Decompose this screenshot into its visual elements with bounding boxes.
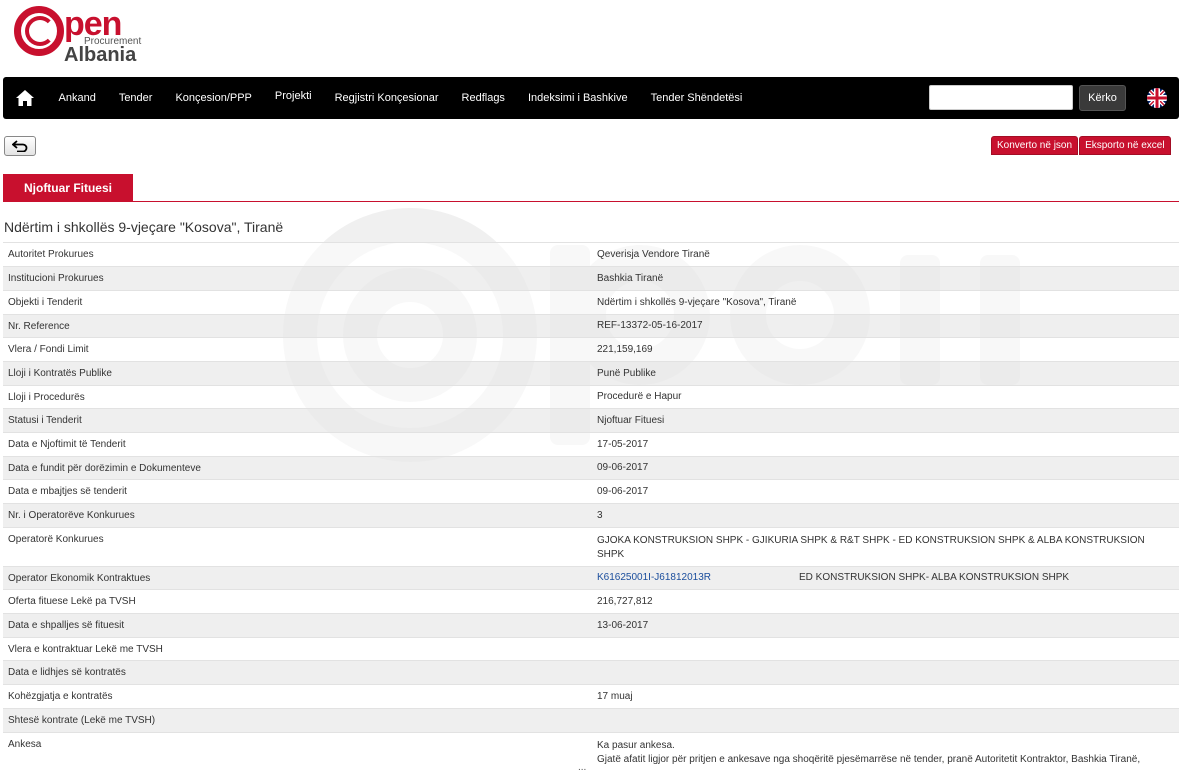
table-row: Autoritet Prokurues Qeverisja Vendore Tir… bbox=[3, 242, 1179, 267]
home-icon[interactable] bbox=[15, 88, 35, 108]
open-procurement-albania-logo[interactable]: pen Procurement Albania bbox=[14, 6, 144, 66]
row-label: Ankesa bbox=[3, 732, 591, 767]
row-label: Lloji i Procedurës bbox=[3, 385, 591, 409]
row-value: Procedurë e Hapur bbox=[591, 385, 1179, 409]
row-label: Lloji i Kontratës Publike bbox=[3, 361, 591, 386]
row-value-complaints: Ka pasur ankesa. Gjatë afatit ligjor për … bbox=[591, 732, 1179, 767]
row-value: Qeverisja Vendore Tiranë bbox=[591, 242, 1179, 267]
table-row: Vlera e kontraktuar Lekë me TVSH bbox=[3, 637, 1179, 661]
table-row: Objekti i Tenderit Ndërtim i shkollës 9-v… bbox=[3, 290, 1179, 315]
table-row: Institucioni Prokurues Bashkia Tiranë bbox=[3, 266, 1179, 291]
row-value bbox=[591, 708, 1179, 733]
table-row: Ankesa Ka pasur ankesa. Gjatë afatit ligjo… bbox=[3, 732, 1179, 767]
row-value: 216,727,812 bbox=[591, 589, 1179, 614]
row-label: Vlera e kontraktuar Lekë me TVSH bbox=[3, 637, 591, 661]
logo-text-albania: Albania bbox=[64, 44, 137, 66]
table-row: Nr. i Operatorëve Konkurues 3 bbox=[3, 503, 1179, 528]
row-value: REF-13372-05-16-2017 bbox=[591, 314, 1179, 338]
export-excel-button[interactable]: Eksporto në excel bbox=[1079, 136, 1171, 155]
table-row: Lloji i Kontratës Publike Punë Publike bbox=[3, 361, 1179, 386]
table-row: Shtesë kontrate (Lekë me TVSH) bbox=[3, 708, 1179, 733]
nav-item-tender[interactable]: Tender bbox=[119, 92, 153, 104]
row-value: 09-06-2017 bbox=[591, 479, 1179, 504]
table-row: Lloji i Procedurës Procedurë e Hapur bbox=[3, 385, 1179, 409]
row-label: Nr. Reference bbox=[3, 314, 591, 338]
table-row: Vlera / Fondi Limit 221,159,169 bbox=[3, 337, 1179, 362]
row-label: Data e Njoftimit të Tenderit bbox=[3, 432, 591, 457]
row-value: 221,159,169 bbox=[591, 337, 1179, 362]
table-row: Data e lidhjes së kontratës bbox=[3, 660, 1179, 685]
row-value: 17-05-2017 bbox=[591, 432, 1179, 457]
row-value: Njoftuar Fituesi bbox=[591, 408, 1179, 433]
convert-json-button[interactable]: Konverto në json bbox=[991, 136, 1079, 155]
row-label: Statusi i Tenderit bbox=[3, 408, 591, 433]
row-value: Bashkia Tiranë bbox=[591, 266, 1179, 291]
row-label: Data e mbajtjes së tenderit bbox=[3, 479, 591, 504]
row-label: Data e shpalljes së fituesit bbox=[3, 613, 591, 638]
nav-item-ankand[interactable]: Ankand bbox=[59, 92, 96, 104]
search-button[interactable]: Kërko bbox=[1079, 85, 1126, 111]
row-label: Data e fundit për dorëzimin e Dokumentev… bbox=[3, 456, 591, 480]
row-value bbox=[591, 660, 1179, 685]
row-label: Autoritet Prokurues bbox=[3, 242, 591, 267]
logo-ring-inner bbox=[25, 16, 55, 46]
row-label: Operatorë Konkurues bbox=[3, 527, 591, 567]
nav-item-redflags[interactable]: Redflags bbox=[462, 92, 505, 104]
table-row: Nr. Reference REF-13372-05-16-2017 bbox=[3, 314, 1179, 338]
table-row: Oferta fituese Lekë pa TVSH 216,727,812 bbox=[3, 589, 1179, 614]
row-value bbox=[591, 637, 1179, 661]
nav-item-regjistri[interactable]: Regjistri Konçesionar bbox=[335, 92, 439, 104]
uk-flag-icon[interactable] bbox=[1147, 88, 1167, 108]
row-label: Nr. i Operatorëve Konkurues bbox=[3, 503, 591, 528]
nav-item-tender-shendetesi[interactable]: Tender Shëndetësi bbox=[651, 92, 743, 104]
contractor-name: ED KONSTRUKSION SHPK- ALBA KONSTRUKSION … bbox=[799, 572, 1070, 583]
row-value: GJOKA KONSTRUKSION SHPK - GJIKURIA SHPK … bbox=[591, 527, 1179, 567]
table-row: Operator Ekonomik Kontraktues K61625001I-… bbox=[3, 566, 1179, 590]
complaint-line-2: Gjatë afatit ligjor për pritjen e ankesa… bbox=[597, 754, 1141, 765]
search-input[interactable] bbox=[929, 85, 1073, 110]
nav-item-projekti[interactable]: Projekti bbox=[275, 90, 312, 102]
row-label: Vlera / Fondi Limit bbox=[3, 337, 591, 362]
nav-item-indeksimi[interactable]: Indeksimi i Bashkive bbox=[528, 92, 628, 104]
nav-item-koncesion[interactable]: Konçesion/PPP bbox=[175, 92, 251, 104]
row-value: Ndërtim i shkollës 9-vjeçare "Kosova", T… bbox=[591, 290, 1179, 315]
nav-menu: Ankand Tender Konçesion/PPP Projekti Reg… bbox=[47, 77, 754, 119]
scroll-indicator: ... bbox=[578, 762, 587, 773]
main-navbar: Ankand Tender Konçesion/PPP Projekti Reg… bbox=[3, 77, 1179, 119]
row-value: Punë Publike bbox=[591, 361, 1179, 386]
row-label: Oferta fituese Lekë pa TVSH bbox=[3, 589, 591, 614]
table-row: Data e mbajtjes së tenderit 09-06-2017 bbox=[3, 479, 1179, 504]
row-value: 09-06-2017 bbox=[591, 456, 1179, 480]
row-value: 13-06-2017 bbox=[591, 613, 1179, 638]
complaint-line-1: Ka pasur ankesa. bbox=[597, 740, 675, 751]
row-label: Operator Ekonomik Kontraktues bbox=[3, 566, 591, 590]
back-arrow-icon bbox=[12, 140, 28, 152]
table-row: Data e fundit për dorëzimin e Dokumentev… bbox=[3, 456, 1179, 480]
table-row: Statusi i Tenderit Njoftuar Fituesi bbox=[3, 408, 1179, 433]
row-value-contractor: K61625001I-J61812013R ED KONSTRUKSION SHP… bbox=[591, 566, 1179, 590]
table-row: Data e shpalljes së fituesit 13-06-2017 bbox=[3, 613, 1179, 638]
table-row: Operatorë Konkurues GJOKA KONSTRUKSION SH… bbox=[3, 527, 1179, 567]
row-label: Shtesë kontrate (Lekë me TVSH) bbox=[3, 708, 591, 733]
row-value: 17 muaj bbox=[591, 684, 1179, 709]
table-row: Data e Njoftimit të Tenderit 17-05-2017 bbox=[3, 432, 1179, 457]
tender-details-table: Autoritet Prokurues Qeverisja Vendore Tir… bbox=[3, 242, 1179, 767]
table-row: Kohëzgjatja e kontratës 17 muaj bbox=[3, 684, 1179, 709]
back-button[interactable] bbox=[4, 136, 36, 156]
export-actions: Konverto në json Eksporto në excel bbox=[990, 136, 1171, 155]
row-label: Objekti i Tenderit bbox=[3, 290, 591, 315]
tab-njoftuar-fituesi[interactable]: Njoftuar Fituesi bbox=[3, 174, 133, 201]
row-label: Kohëzgjatja e kontratës bbox=[3, 684, 591, 709]
page-title: Ndërtim i shkollës 9-vjeçare "Kosova", T… bbox=[4, 219, 284, 235]
row-label: Data e lidhjes së kontratës bbox=[3, 660, 591, 685]
contractor-code-link[interactable]: K61625001I-J61812013R bbox=[597, 571, 799, 585]
row-label: Institucioni Prokurues bbox=[3, 266, 591, 291]
row-value: 3 bbox=[591, 503, 1179, 528]
tab-underline bbox=[3, 201, 1179, 202]
